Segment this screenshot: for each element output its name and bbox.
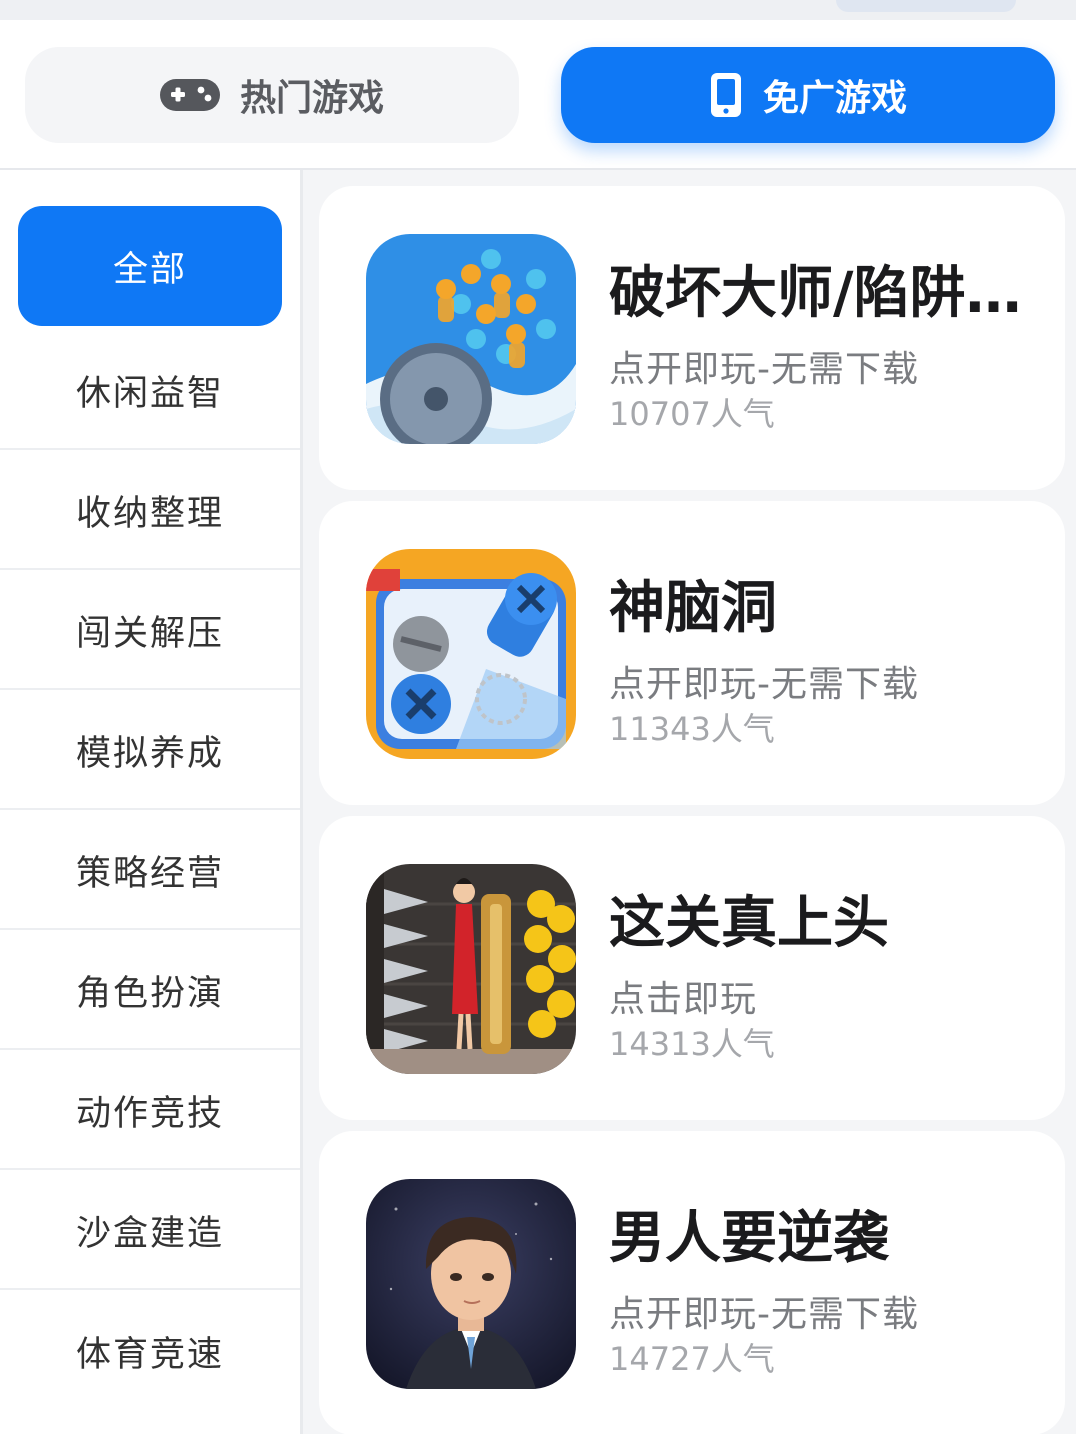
game-thumbnail-screw-puzzle (366, 549, 576, 759)
category-action[interactable]: 动作竞技 (0, 1052, 300, 1170)
gamepad-icon (159, 77, 220, 113)
game-subtitle: 点开即玩-无需下载 (609, 664, 919, 705)
phone-icon (709, 71, 743, 119)
category-level-relief[interactable]: 闯关解压 (0, 572, 300, 690)
game-card[interactable]: 这关真上头 点击即玩 14313人气 (319, 816, 1065, 1120)
tab-hot-games-label: 热门游戏 (239, 78, 384, 119)
game-title: 这关真上头 (609, 891, 889, 956)
category-simulation[interactable]: 模拟养成 (0, 692, 300, 810)
tab-ad-free-games-label: 免广游戏 (762, 78, 907, 119)
game-type-tabs: 热门游戏 免广游戏 (0, 20, 1076, 170)
game-thumbnail-man-portrait (366, 1179, 576, 1389)
game-card[interactable]: 男人要逆袭 点开即玩-无需下载 14727人气 (319, 1131, 1065, 1435)
game-title: 神脑洞 (609, 576, 777, 641)
category-casual-puzzle[interactable]: 休闲益智 (0, 332, 300, 450)
game-card[interactable]: 神脑洞 点开即玩-无需下载 11343人气 (319, 501, 1065, 805)
category-sidebar: 全部 休闲益智 收纳整理 闯关解压 模拟养成 策略经营 角色扮演 动作竞技 沙盒… (0, 170, 303, 1434)
tab-hot-games[interactable]: 热门游戏 (25, 47, 519, 143)
game-subtitle: 点开即玩-无需下载 (609, 1294, 919, 1335)
game-popularity: 14313人气 (609, 1025, 775, 1063)
category-label: 角色扮演 (75, 973, 224, 1014)
game-card[interactable]: 破坏大师/陷阱... 点开即玩-无需下载 10707人气 (319, 186, 1065, 490)
category-label: 休闲益智 (75, 373, 224, 414)
game-subtitle: 点开即玩-无需下载 (609, 349, 919, 390)
category-label: 模拟养成 (75, 733, 224, 774)
category-label: 全部 (112, 249, 187, 290)
game-subtitle: 点击即玩 (609, 979, 758, 1020)
status-strip-glow (836, 0, 1016, 12)
category-sandbox[interactable]: 沙盒建造 (0, 1172, 300, 1290)
category-strategy[interactable]: 策略经营 (0, 812, 300, 930)
category-sports-racing[interactable]: 体育竞速 (0, 1292, 300, 1410)
game-popularity: 11343人气 (609, 710, 775, 748)
game-list: 破坏大师/陷阱... 点开即玩-无需下载 10707人气 神脑洞 点开即玩-无需… (303, 170, 1076, 1435)
category-label: 闯关解压 (75, 613, 224, 654)
category-label: 收纳整理 (75, 493, 224, 534)
category-label: 策略经营 (75, 853, 224, 894)
tab-ad-free-games[interactable]: 免广游戏 (561, 47, 1055, 143)
category-label: 动作竞技 (75, 1093, 224, 1134)
game-thumbnail-trap-room (366, 864, 576, 1074)
category-label: 体育竞速 (75, 1334, 224, 1375)
game-title: 破坏大师/陷阱... (609, 261, 1029, 326)
status-strip (0, 0, 1076, 20)
category-all[interactable]: 全部 (18, 206, 282, 326)
category-storage[interactable]: 收纳整理 (0, 452, 300, 570)
game-title: 男人要逆袭 (609, 1206, 889, 1271)
game-thumbnail-saw-crowd (366, 234, 576, 444)
category-label: 沙盒建造 (75, 1213, 224, 1254)
game-popularity: 10707人气 (609, 395, 775, 433)
game-popularity: 14727人气 (609, 1340, 775, 1378)
category-role-playing[interactable]: 角色扮演 (0, 932, 300, 1050)
